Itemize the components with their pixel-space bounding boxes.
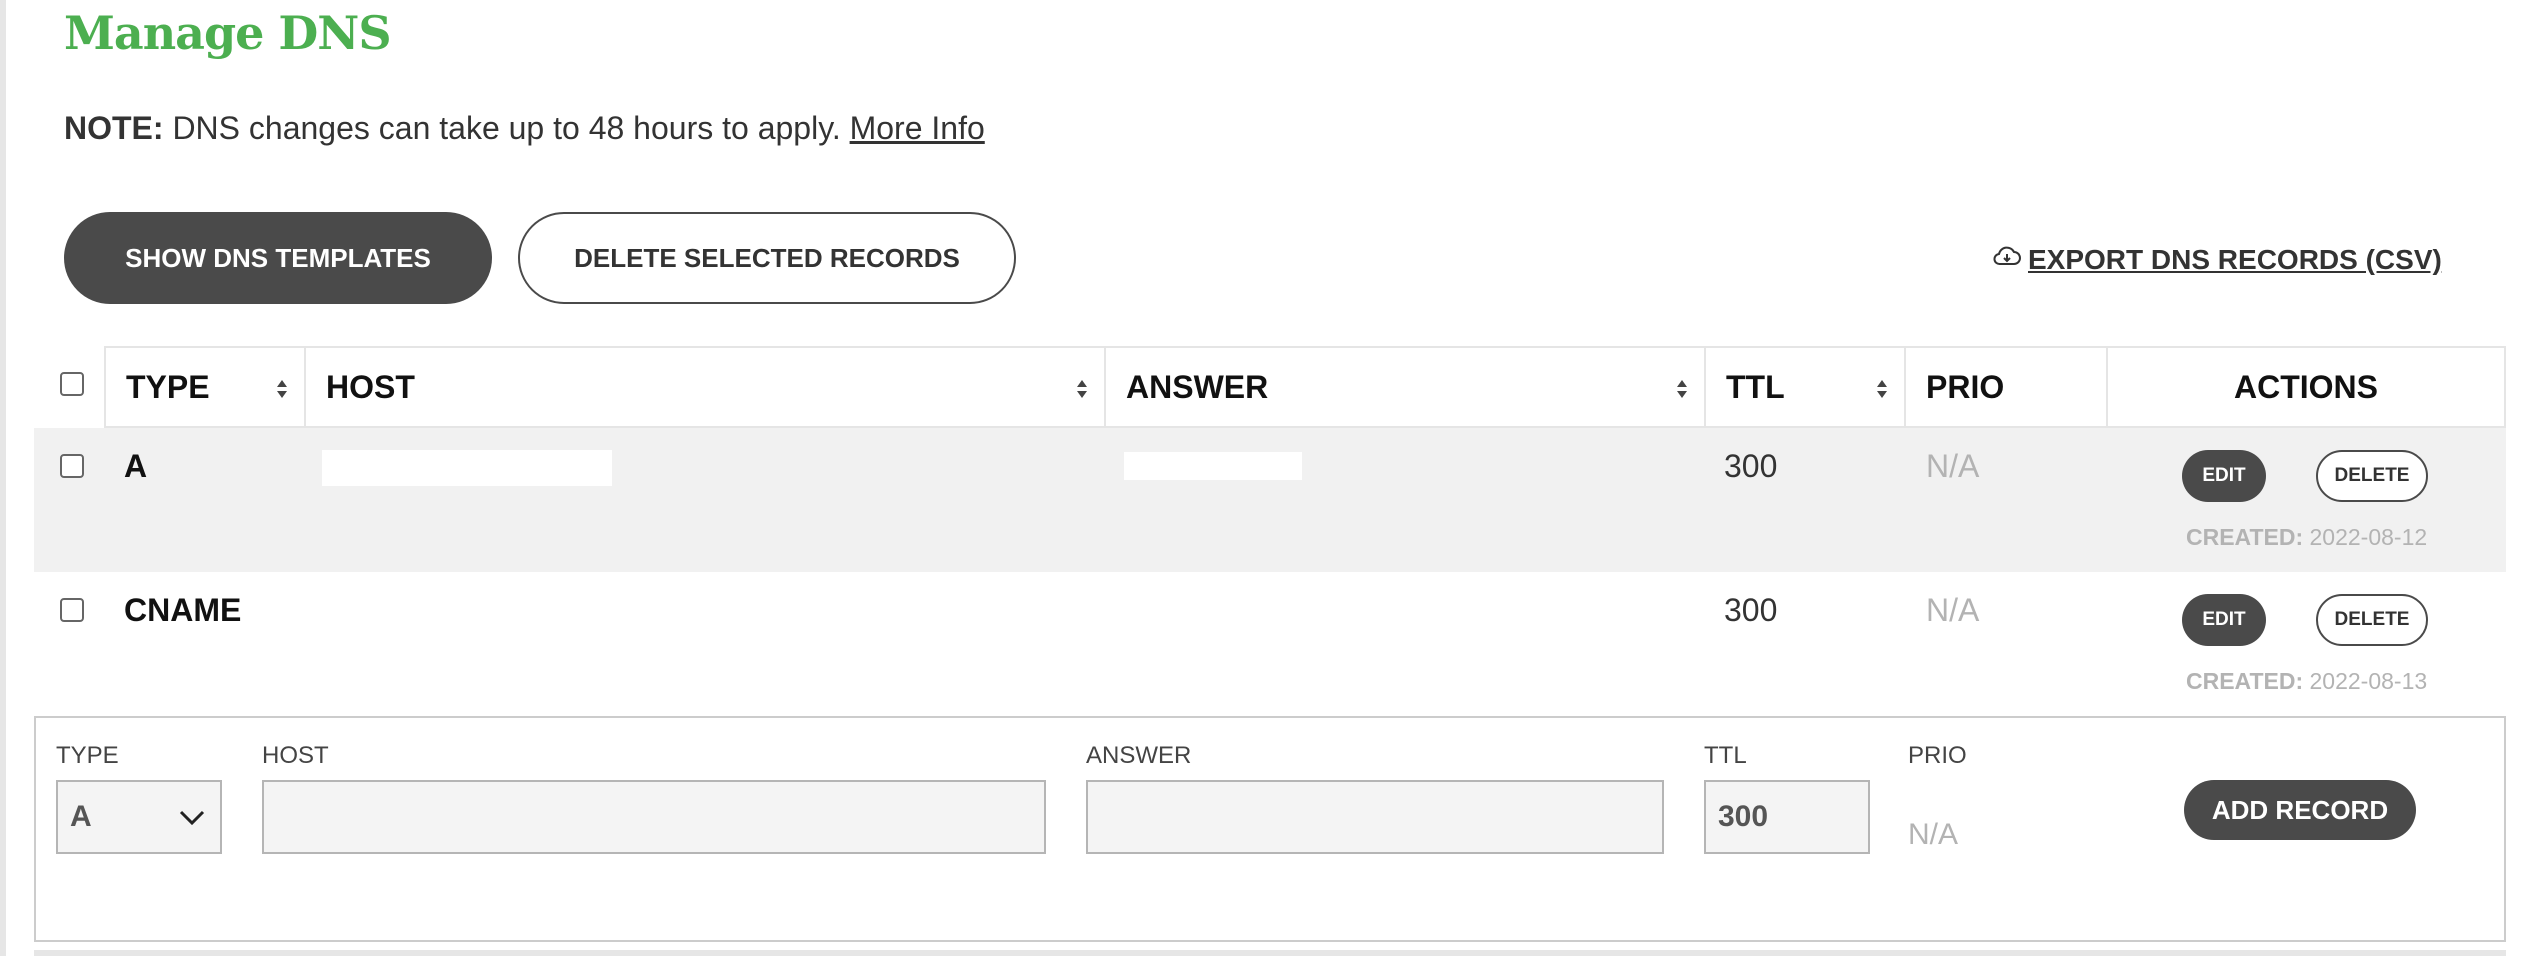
- page-title: Manage DNS: [64, 6, 392, 60]
- header-ttl-label: TTL: [1726, 368, 1785, 405]
- left-border: [0, 0, 6, 956]
- created-label: CREATED:: [2186, 524, 2304, 550]
- more-info-link[interactable]: More Info: [850, 110, 985, 146]
- sort-icon: [1877, 380, 1887, 398]
- note-text: DNS changes can take up to 48 hours to a…: [172, 110, 841, 146]
- header-ttl[interactable]: TTL: [1704, 346, 1904, 428]
- row-checkbox[interactable]: [60, 598, 84, 622]
- header-type[interactable]: TYPE: [104, 346, 304, 428]
- chevron-down-icon: [179, 810, 205, 826]
- created-value: 2022-08-12: [2309, 524, 2428, 550]
- note-label: NOTE:: [64, 110, 164, 146]
- record-prio: N/A: [1926, 592, 1980, 628]
- created-value: 2022-08-13: [2309, 668, 2428, 694]
- table-row: A 300 N/A EDIT DELETE CREATED: 2022-08-1…: [34, 428, 2506, 572]
- delete-button[interactable]: DELETE: [2316, 594, 2428, 646]
- export-csv-link[interactable]: EXPORT DNS RECORDS (CSV): [1992, 244, 2442, 276]
- created-label: CREATED:: [2186, 668, 2304, 694]
- row-checkbox[interactable]: [60, 454, 84, 478]
- record-type: A: [124, 448, 148, 484]
- record-ttl: 300: [1724, 592, 1778, 628]
- ttl-field-label: TTL: [1704, 742, 1747, 769]
- type-field-label: TYPE: [56, 742, 119, 769]
- header-actions: ACTIONS: [2106, 346, 2506, 428]
- header-answer-label: ANSWER: [1126, 368, 1269, 405]
- bottom-border: [34, 950, 2506, 956]
- cloud-download-icon: [1992, 244, 2022, 276]
- sort-icon: [1077, 380, 1087, 398]
- prio-field-label: PRIO: [1908, 742, 1967, 769]
- select-all-checkbox[interactable]: [60, 372, 84, 396]
- prio-value: N/A: [1908, 818, 1959, 851]
- created-date: CREATED: 2022-08-13: [2186, 668, 2427, 695]
- header-actions-label: ACTIONS: [2234, 368, 2378, 405]
- add-record-button[interactable]: ADD RECORD: [2184, 780, 2416, 840]
- type-select[interactable]: A: [56, 780, 222, 854]
- dns-note: NOTE: DNS changes can take up to 48 hour…: [64, 110, 985, 147]
- header-answer[interactable]: ANSWER: [1104, 346, 1704, 428]
- answer-input[interactable]: [1086, 780, 1664, 854]
- edit-button[interactable]: EDIT: [2182, 450, 2266, 502]
- answer-value-redacted: [1124, 452, 1302, 480]
- show-dns-templates-button[interactable]: SHOW DNS TEMPLATES: [64, 212, 492, 304]
- host-value-redacted: [322, 450, 612, 486]
- record-prio: N/A: [1926, 448, 1980, 484]
- delete-button[interactable]: DELETE: [2316, 450, 2428, 502]
- delete-selected-records-button[interactable]: DELETE SELECTED RECORDS: [518, 212, 1016, 304]
- created-date: CREATED: 2022-08-12: [2186, 524, 2427, 551]
- header-prio-label: PRIO: [1926, 368, 2005, 405]
- edit-button[interactable]: EDIT: [2182, 594, 2266, 646]
- table-header: TYPE HOST ANSWER TTL PRIO ACTIONS: [34, 346, 2506, 428]
- sort-icon: [1677, 380, 1687, 398]
- sort-icon: [277, 380, 287, 398]
- header-host-label: HOST: [326, 368, 415, 405]
- header-type-label: TYPE: [126, 368, 210, 405]
- record-ttl: 300: [1724, 448, 1778, 484]
- type-select-value: A: [70, 800, 92, 833]
- host-field-label: HOST: [262, 742, 329, 769]
- header-prio: PRIO: [1904, 346, 2106, 428]
- table-row: CNAME 300 N/A EDIT DELETE CREATED: 2022-…: [34, 572, 2506, 716]
- host-input[interactable]: [262, 780, 1046, 854]
- record-type: CNAME: [124, 592, 242, 628]
- ttl-input[interactable]: 300: [1704, 780, 1870, 854]
- add-record-form: TYPE A HOST ANSWER TTL 300 PRIO N/A ADD …: [34, 716, 2506, 942]
- header-host[interactable]: HOST: [304, 346, 1104, 428]
- export-csv-label: EXPORT DNS RECORDS (CSV): [2028, 244, 2442, 275]
- answer-field-label: ANSWER: [1086, 742, 1192, 769]
